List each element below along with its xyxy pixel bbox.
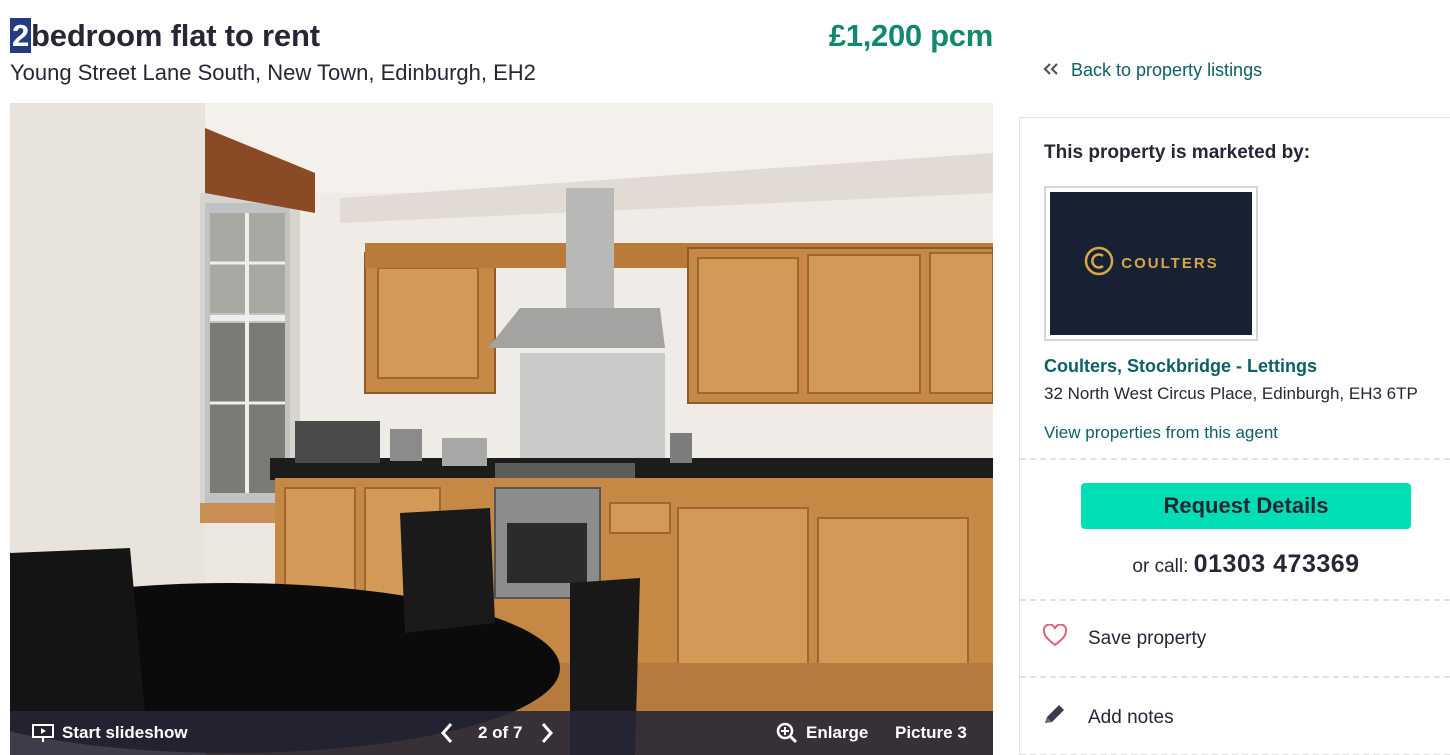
view-agent-properties-link[interactable]: View properties from this agent [1044,423,1278,443]
enlarge-label: Enlarge [806,723,869,742]
listing-title: 2bedroom flat to rent [10,16,320,56]
call-agent: or call: 01303 473369 [1020,550,1450,579]
coulters-logo: COULTERS [1050,192,1252,335]
picture-tag: Picture 3 [895,723,967,742]
agent-panel: This property is marketed by: COULTERS C… [1019,117,1450,755]
divider [1020,676,1450,678]
start-slideshow-button[interactable]: Start slideshow [32,711,188,755]
bedroom-count: 2 [10,18,32,53]
slideshow-icon [32,723,54,743]
zoom-icon [776,722,798,744]
call-prefix: or call: [1132,556,1189,577]
add-notes-button[interactable]: Add notes [1042,703,1174,733]
marketed-by-heading: This property is marketed by: [1044,142,1311,163]
kitchen-photo [10,103,993,755]
add-notes-label: Add notes [1088,707,1174,728]
back-to-listings-label: Back to property listings [1071,60,1263,80]
double-chevron-left-icon [1043,60,1059,81]
heart-icon [1042,623,1068,654]
save-property-label: Save property [1088,628,1207,649]
chevron-left-icon [440,722,454,744]
previous-photo-button[interactable] [440,711,454,755]
phone-number-link[interactable]: 01303 473369 [1194,550,1360,578]
property-photo[interactable]: Start slideshow 2 of 7 Enlarge Picture 3 [10,103,993,755]
divider [1020,599,1450,601]
enlarge-button[interactable]: Enlarge [776,711,868,755]
request-details-button[interactable]: Request Details [1081,483,1411,529]
logo-c-icon [1083,245,1115,282]
back-to-listings-link[interactable]: Back to property listings [1043,60,1262,81]
logo-text: COULTERS [1121,255,1219,272]
listing-price: £1,200 pcm [828,18,993,53]
pencil-icon [1042,703,1068,733]
chevron-right-icon [540,722,554,744]
agent-address: 32 North West Circus Place, Edinburgh, E… [1044,384,1418,403]
agent-logo[interactable]: COULTERS [1044,186,1258,341]
gallery-toolbar: Start slideshow 2 of 7 Enlarge Picture 3 [10,711,993,755]
save-property-button[interactable]: Save property [1042,623,1207,654]
listing-address: Young Street Lane South, New Town, Edinb… [10,60,536,85]
photo-counter: 2 of 7 [478,723,523,742]
listing-title-text: bedroom flat to rent [31,18,320,53]
agent-name-link[interactable]: Coulters, Stockbridge - Lettings [1044,356,1317,377]
start-slideshow-label: Start slideshow [62,723,188,742]
divider [1020,458,1450,460]
next-photo-button[interactable] [540,711,554,755]
